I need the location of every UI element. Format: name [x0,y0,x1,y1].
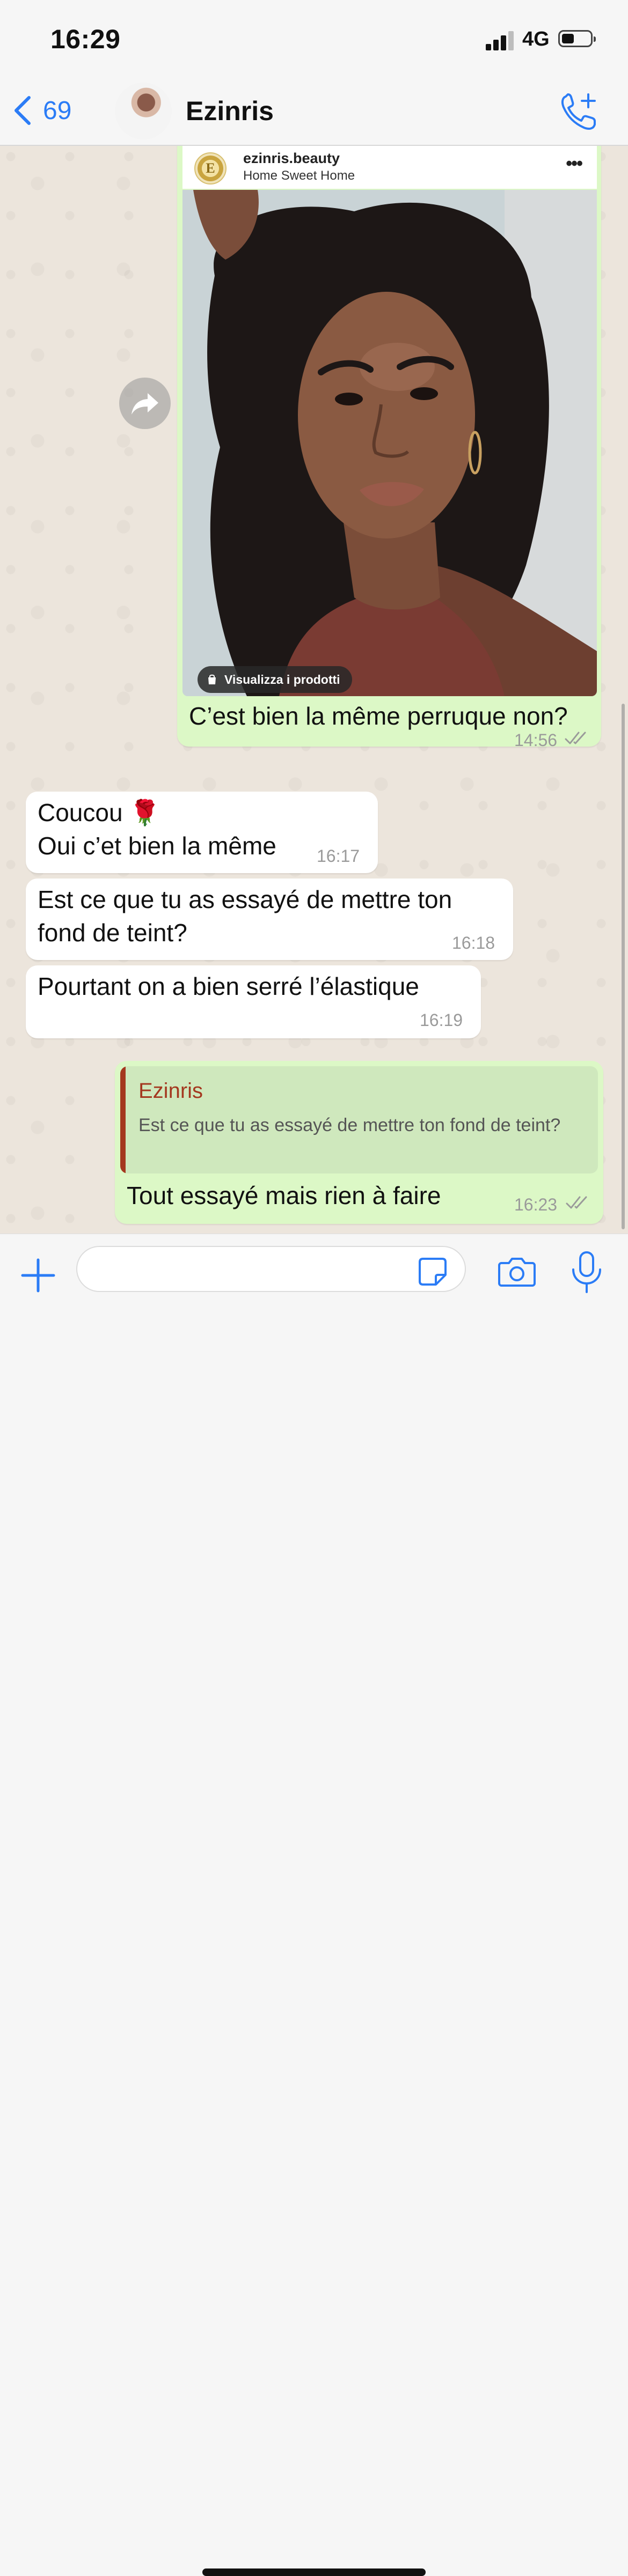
message-time: 16:17 [317,846,360,866]
forwarded-post-bubble[interactable]: E ezinris.beauty Home Sweet Home ••• Vis… [177,146,601,750]
post-header[interactable]: E ezinris.beauty Home Sweet Home ••• [182,146,597,189]
quote-text: Est ce que tu as essayé de mettre ton fo… [138,1115,561,1135]
message-text: Tout essayé mais rien à faire [127,1182,441,1209]
incoming-message[interactable]: Pourtant on a bien serré l’élastique 16:… [26,965,481,1038]
camera-icon[interactable] [498,1256,536,1288]
shopping-bag-icon [208,674,216,684]
home-indicator [202,2568,426,2576]
chat-header: 69 Ezinris [0,75,628,146]
message-text-line: Pourtant on a bien serré l’élastique [38,972,419,1000]
incoming-message[interactable]: Coucou 🌹 Oui c’et bien la même 16:17 [26,792,378,873]
more-options-icon[interactable]: ••• [566,153,583,174]
quote-author: Ezinris [138,1079,203,1103]
view-products-button[interactable]: Visualizza i prodotti [198,666,352,693]
post-subtitle: Home Sweet Home [243,168,355,183]
post-photo[interactable]: Visualizza i prodotti [182,190,597,696]
incoming-message[interactable]: Est ce que tu as essayé de mettre ton fo… [26,879,513,960]
status-bar: 16:29 4G [0,0,628,75]
back-button[interactable]: 69 [12,94,71,127]
message-text-line: Est ce que tu as essayé de mettre ton [38,885,452,913]
sticker-icon[interactable] [418,1257,448,1287]
message-text-line: fond de teint? [38,919,187,947]
scrollbar[interactable] [622,704,625,1229]
unread-count: 69 [43,96,72,125]
phone-plus-icon[interactable] [558,91,599,132]
forward-button[interactable] [119,378,171,429]
forward-arrow-icon [132,393,158,415]
message-text: C’est bien la même perruque non? [189,702,568,730]
composer-bar [0,1234,628,2576]
signal-icon [486,31,516,50]
double-check-icon [566,1196,587,1209]
brand-logo: E [194,152,227,184]
portrait-image [182,190,597,696]
message-text-line: Oui c’et bien la même [38,832,276,860]
message-time: 16:18 [452,933,495,953]
message-text-line: Coucou 🌹 [38,799,160,826]
message-time: 16:23 [514,1195,558,1214]
quoted-message[interactable]: Ezinris Est ce que tu as essayé de mettr… [120,1066,598,1173]
post-account: ezinris.beauty [243,150,340,166]
avatar[interactable] [115,83,172,139]
network-label: 4G [522,28,550,50]
battery-icon [558,30,596,47]
chat-area[interactable]: E ezinris.beauty Home Sweet Home ••• Vis… [0,146,628,1234]
message-input[interactable] [76,1246,466,1292]
microphone-icon[interactable] [569,1250,604,1295]
view-products-label: Visualizza i prodotti [224,672,340,687]
message-time: 14:56 [514,730,558,750]
message-time: 16:19 [420,1010,463,1030]
plus-icon[interactable] [19,1257,57,1294]
quote-accent-bar [120,1066,126,1173]
contact-name[interactable]: Ezinris [186,95,274,127]
chevron-left-icon [14,96,31,125]
double-check-icon [565,732,586,744]
outgoing-reply-message[interactable]: Ezinris Est ce que tu as essayé de mettr… [115,1061,603,1224]
status-time: 16:29 [50,24,121,54]
